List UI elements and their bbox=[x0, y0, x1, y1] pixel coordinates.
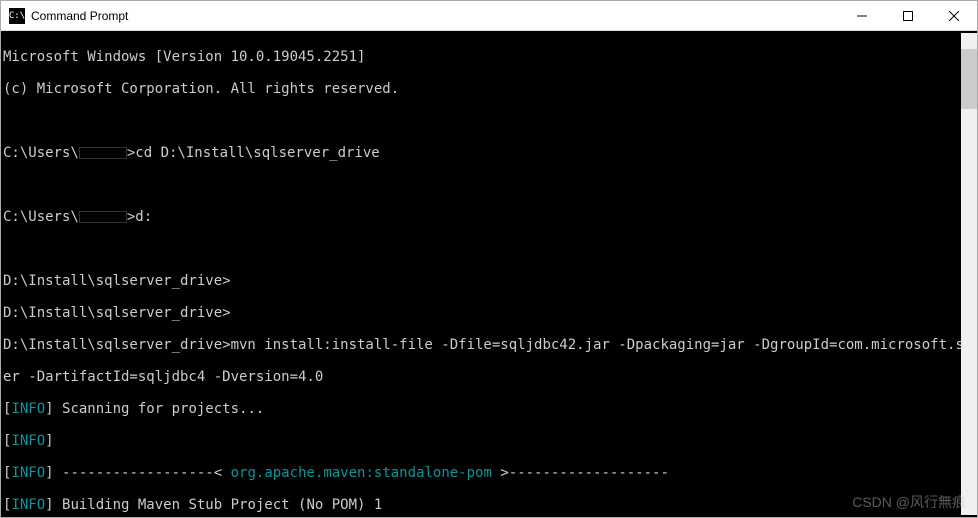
minimize-button[interactable] bbox=[839, 1, 885, 30]
scrollbar[interactable] bbox=[961, 33, 977, 515]
prompt-line: D:\Install\sqlserver_drive> bbox=[3, 305, 961, 321]
window-controls bbox=[839, 1, 977, 30]
scrollbar-thumb[interactable] bbox=[961, 49, 977, 109]
close-button[interactable] bbox=[931, 1, 977, 30]
terminal-area[interactable]: Microsoft Windows [Version 10.0.19045.22… bbox=[1, 31, 977, 517]
log-line: [INFO] ------------------< org.apache.ma… bbox=[3, 465, 961, 481]
titlebar[interactable]: C:\ Command Prompt bbox=[1, 1, 977, 31]
app-icon: C:\ bbox=[9, 8, 25, 24]
version-line: Microsoft Windows [Version 10.0.19045.22… bbox=[3, 49, 961, 65]
command-prompt-window: C:\ Command Prompt Microsoft Windows [Ve… bbox=[0, 0, 978, 518]
log-line: [INFO] Building Maven Stub Project (No P… bbox=[3, 497, 961, 513]
redacted-username bbox=[79, 147, 127, 159]
terminal-content[interactable]: Microsoft Windows [Version 10.0.19045.22… bbox=[3, 33, 961, 515]
redacted-username bbox=[79, 211, 127, 223]
prompt-line: D:\Install\sqlserver_drive> bbox=[3, 273, 961, 289]
mvn-command: D:\Install\sqlserver_drive>mvn install:i… bbox=[3, 337, 961, 353]
prompt-line: C:\Users\>cd D:\Install\sqlserver_drive bbox=[3, 145, 961, 161]
log-line: [INFO] bbox=[3, 433, 961, 449]
maximize-button[interactable] bbox=[885, 1, 931, 30]
prompt-line: C:\Users\>d: bbox=[3, 209, 961, 225]
mvn-command: er -DartifactId=sqljdbc4 -Dversion=4.0 bbox=[3, 369, 961, 385]
window-title: Command Prompt bbox=[31, 9, 839, 23]
log-line: [INFO] Scanning for projects... bbox=[3, 401, 961, 417]
copyright-line: (c) Microsoft Corporation. All rights re… bbox=[3, 81, 961, 97]
